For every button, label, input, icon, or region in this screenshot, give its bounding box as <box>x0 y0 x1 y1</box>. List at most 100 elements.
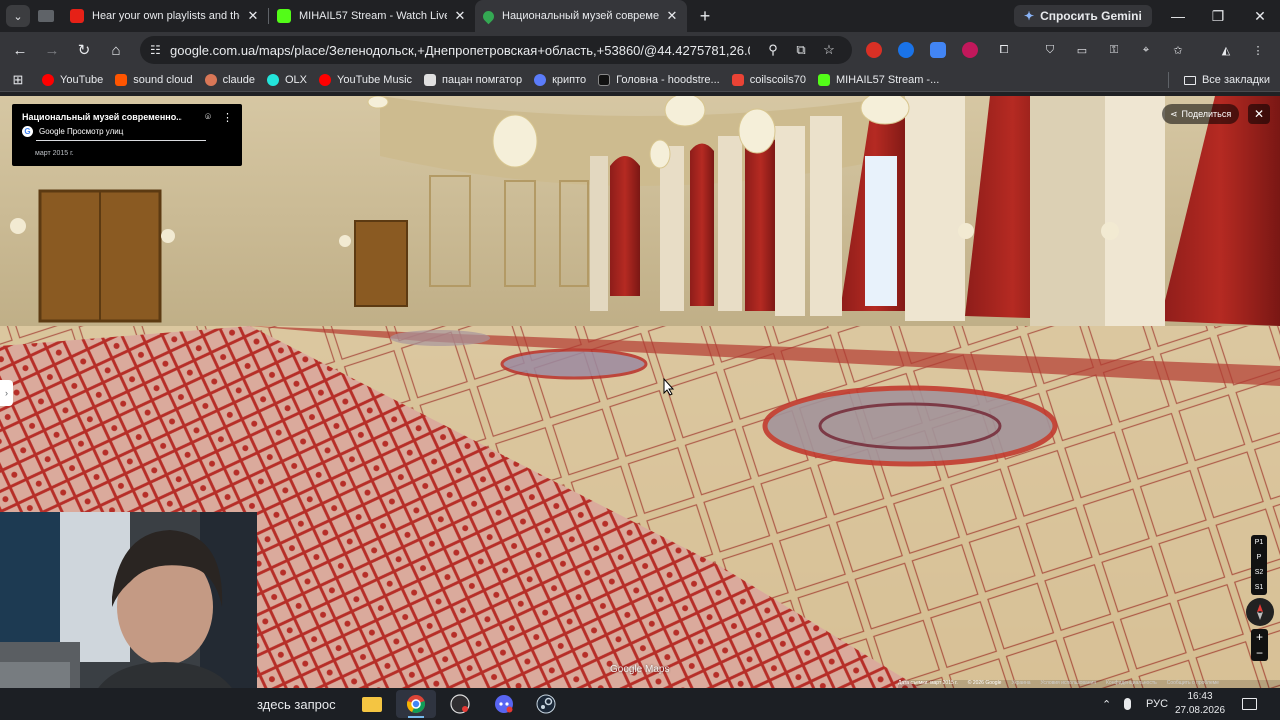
chevron-up-icon: ⌃ <box>1102 698 1112 711</box>
map-pin-icon[interactable]: ⌾ <box>205 112 211 123</box>
share-button[interactable]: ⋖ Поделиться <box>1162 104 1240 124</box>
zoom-control: + − <box>1251 629 1268 661</box>
system-clock[interactable]: 16:43 27.08.2026 <box>1172 690 1228 718</box>
incognito-icon[interactable]: ⛉ <box>1040 40 1060 60</box>
all-bookmarks-label: Все закладки <box>1201 74 1270 86</box>
payment-card-icon[interactable]: ▭ <box>1072 40 1092 60</box>
bookmark-crypto[interactable]: крипто <box>528 69 592 91</box>
bookmark-gmail[interactable]: coilscoils70 <box>726 69 812 91</box>
youtube-music-icon <box>319 73 331 86</box>
zoom-icon[interactable]: ⚲ <box>760 36 786 64</box>
bookmark-claude[interactable]: claude <box>199 69 261 91</box>
bookmark-youtube[interactable]: YouTube <box>36 69 109 91</box>
floor-option[interactable]: P1 <box>1255 535 1264 550</box>
google-logo-icon: G <box>22 126 33 137</box>
notifications-button[interactable] <box>1242 688 1257 720</box>
home-button[interactable]: ⌂ <box>100 36 132 64</box>
close-tab-icon[interactable]: ✕ <box>246 8 260 24</box>
olx-icon <box>266 73 279 86</box>
red-extension-icon[interactable] <box>866 42 882 58</box>
zoom-in-button[interactable]: + <box>1256 630 1263 644</box>
chevron-down-icon: ⌄ <box>13 10 23 23</box>
bookmark-olx[interactable]: OLX <box>261 69 313 91</box>
tab-title: Национальный музей совреме <box>502 10 659 22</box>
file-explorer-button[interactable] <box>352 690 392 718</box>
chevron-right-icon: › <box>5 388 8 398</box>
bookmark-soundcloud[interactable]: sound cloud <box>109 69 198 91</box>
address-bar[interactable]: ☷ google.com.ua/maps/place/Зеленодольск,… <box>140 36 852 64</box>
shazam-extension-icon[interactable] <box>898 42 914 58</box>
tab-soundcloud[interactable]: Hear your own playlists and the ✕ <box>62 0 268 32</box>
attribution-date: Дата съемки: март 2015 г. <box>898 680 958 686</box>
new-tab-button[interactable]: + <box>693 6 717 27</box>
minimize-button[interactable]: — <box>1158 0 1198 32</box>
back-button[interactable]: ← <box>4 36 36 64</box>
profile-avatar-icon[interactable]: ◭ <box>1216 40 1236 60</box>
more-options-icon[interactable]: ⋮ <box>222 111 233 124</box>
terms-link[interactable]: Условия использования <box>1041 680 1097 688</box>
bookmark-hoodstream[interactable]: Головна - hoodstre... <box>592 69 726 91</box>
chrome-taskbar-button[interactable] <box>396 690 436 718</box>
compass-button[interactable] <box>1246 598 1274 626</box>
ask-gemini-button[interactable]: ✦ Спросить Gemini <box>1014 5 1152 27</box>
forward-button[interactable]: → <box>36 36 68 64</box>
close-tab-icon[interactable]: ✕ <box>453 8 467 24</box>
reload-button[interactable]: ↻ <box>68 36 100 64</box>
google-maps-watermark: Google Maps <box>610 664 670 675</box>
translate-extension-icon[interactable] <box>930 42 946 58</box>
url-text[interactable]: google.com.ua/maps/place/Зеленодольск,+Д… <box>170 43 750 58</box>
discord-taskbar-button[interactable] <box>484 690 524 718</box>
extensions-puzzle-icon[interactable]: ⧠ <box>994 40 1014 60</box>
capture-date[interactable]: март 2015 г. <box>35 150 74 157</box>
soundcloud-favicon-icon <box>70 9 84 23</box>
install-app-icon[interactable]: ⧉ <box>788 36 814 64</box>
reading-list-icon[interactable]: ✩ <box>1168 40 1188 60</box>
bookmark-kick[interactable]: MIHAIL57 Stream -... <box>812 69 945 91</box>
card-divider <box>36 140 206 141</box>
bookmark-youtube-music[interactable]: YouTube Music <box>313 69 418 91</box>
close-street-view-button[interactable]: ✕ <box>1248 104 1270 124</box>
input-language-indicator[interactable]: РУС <box>1146 688 1168 720</box>
location-pin-icon[interactable]: ⌖ <box>1136 40 1156 60</box>
microphone-icon <box>1124 698 1131 710</box>
attribution-copyright: © 2026 Google <box>967 680 1002 686</box>
floor-option[interactable]: S1 <box>1255 580 1264 595</box>
discord-icon <box>495 695 513 713</box>
expand-side-panel-button[interactable]: › <box>0 380 13 406</box>
taskbar-search-box[interactable]: здесь запрос <box>257 688 336 720</box>
claude-icon <box>204 73 217 86</box>
site-info-icon[interactable]: ☷ <box>150 43 170 57</box>
floor-option[interactable]: S2 <box>1255 565 1264 580</box>
privacy-link[interactable]: Конфиденциальность <box>1106 680 1157 688</box>
attribution-country[interactable]: Украина <box>1011 680 1030 688</box>
windows-taskbar: здесь запрос ⌃ РУС 16:43 27.08.2026 <box>0 688 1280 720</box>
bookmark-patsan[interactable]: пацан помгатор <box>418 69 528 91</box>
maps-favicon-icon <box>480 8 497 24</box>
browser-menu-icon[interactable]: ⋮ <box>1248 40 1268 60</box>
tab-kick-stream[interactable]: MIHAIL57 Stream - Watch Live ✕ <box>269 0 475 32</box>
tab-google-maps[interactable]: Национальный музей совреме ✕ <box>475 0 687 32</box>
floor-option[interactable]: P <box>1257 550 1262 565</box>
kick-icon <box>817 73 830 86</box>
place-title[interactable]: Национальный музей современно... <box>22 112 182 122</box>
all-bookmarks-button[interactable]: Все закладки <box>1183 68 1270 92</box>
close-window-button[interactable]: ✕ <box>1240 0 1280 32</box>
show-hidden-icons-button[interactable]: ⌃ <box>1102 688 1111 720</box>
zoom-out-button[interactable]: − <box>1256 646 1263 660</box>
tab-search-button[interactable]: ⌄ <box>6 5 30 27</box>
microphone-tray-button[interactable] <box>1124 688 1131 720</box>
tab-title: MIHAIL57 Stream - Watch Live <box>299 10 447 22</box>
chrome-icon <box>407 695 425 713</box>
close-tab-icon[interactable]: ✕ <box>665 8 679 24</box>
obs-taskbar-button[interactable] <box>440 690 480 718</box>
apps-grid-icon[interactable]: ⊞ <box>0 72 36 88</box>
pink-extension-icon[interactable] <box>962 42 978 58</box>
bookmark-star-icon[interactable]: ☆ <box>816 36 842 64</box>
report-problem-link[interactable]: Сообщить о проблеме <box>1167 680 1219 688</box>
pinned-tab[interactable] <box>30 10 62 22</box>
bookmark-label: YouTube <box>60 73 104 86</box>
bookmarks-bar: ⊞ YouTube sound cloud claude OLX YouTube… <box>0 68 1280 92</box>
restore-button[interactable]: ❐ <box>1198 0 1238 32</box>
steam-taskbar-button[interactable] <box>526 690 566 718</box>
password-key-icon[interactable]: ⚿ <box>1104 40 1124 60</box>
